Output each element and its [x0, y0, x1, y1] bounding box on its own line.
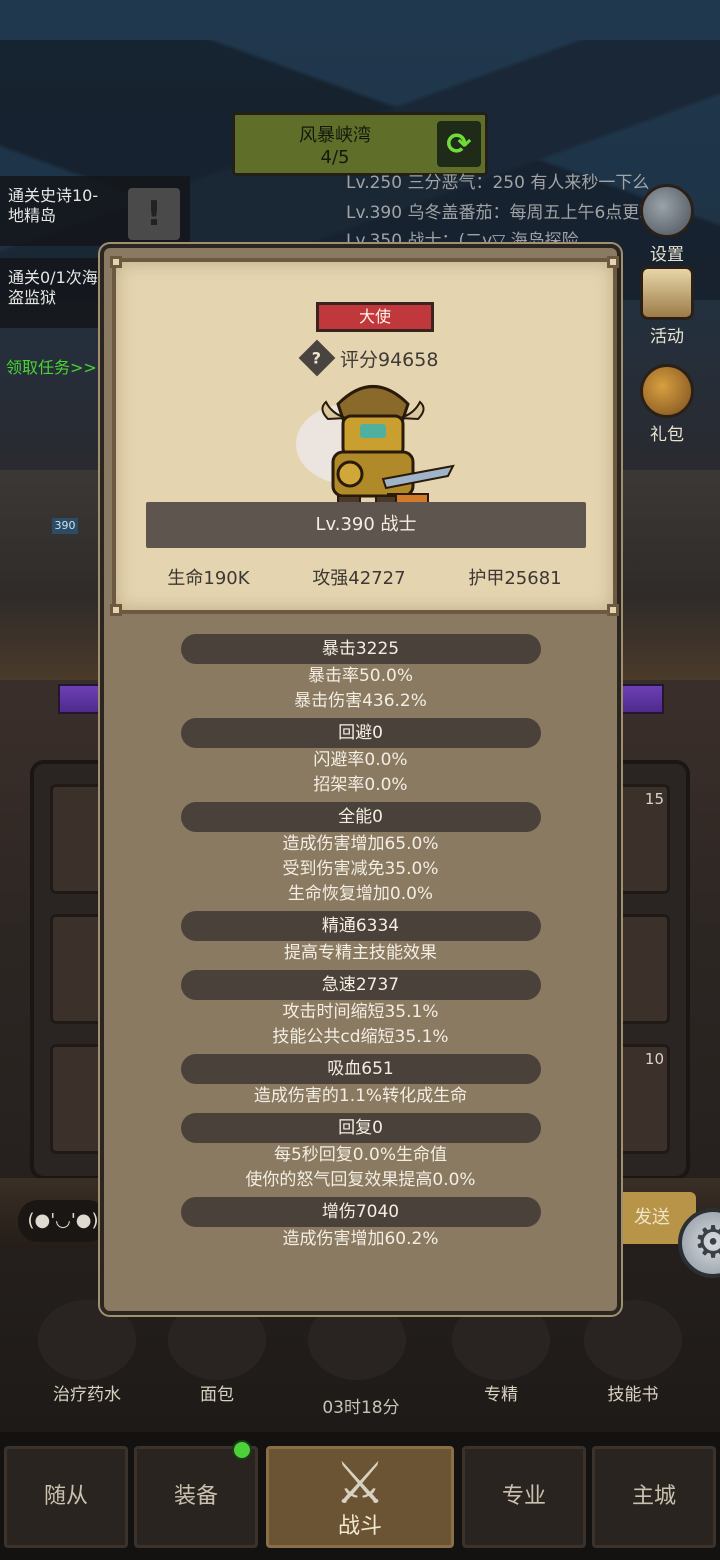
settings-button[interactable]: 设置 [632, 184, 702, 265]
character-card: 大使 ? 评分94658 Lv.390 战士 生命190K 攻强42727 护甲… [110, 256, 619, 616]
item-label: 专精 [484, 1385, 518, 1405]
stat-detail: 受到伤害减免35.0% [282, 859, 439, 879]
secondary-stats-list: 暴击3225 暴击率50.0% 暴击伤害436.2% 回避0 闪避率0.0% 招… [104, 630, 617, 1252]
stat-detail: 暴击率50.0% [307, 666, 413, 686]
town-level-text: 390 [54, 519, 76, 532]
town-level-tag: 390 [52, 518, 78, 534]
stat-detail: 造成伤害增加60.2% [282, 1229, 439, 1249]
stat-detail: 每5秒回复0.0%生命值 [273, 1145, 447, 1165]
item-skill-book[interactable]: 技能书 [576, 1300, 690, 1405]
stat-detail: 技能公共cd缩短35.1% [272, 1027, 449, 1047]
scroll-icon [640, 266, 694, 320]
rank-badge: 大使 [316, 302, 434, 332]
tab-battle[interactable]: ⚔ 战斗 [266, 1446, 454, 1548]
stat-header-damage-bonus: 增伤7040 [180, 1197, 541, 1227]
tab-equipment[interactable]: 装备 [134, 1446, 258, 1548]
character-stats-dialog[interactable]: 大使 ? 评分94658 Lv.390 战士 生命190K 攻强42727 护甲… [100, 244, 621, 1315]
item-label: 治疗药水 [53, 1385, 121, 1405]
stat-detail: 攻击时间缩短35.1% [282, 1002, 439, 1022]
stat-detail: 造成伤害增加65.0% [282, 834, 439, 854]
stat-header-mastery: 精通6334 [180, 911, 541, 941]
gift-button[interactable]: 礼包 [632, 364, 702, 445]
stat-header-versatility: 全能0 [180, 802, 541, 832]
gift-label: 礼包 [650, 425, 684, 445]
help-icon[interactable]: ? [298, 339, 336, 377]
claim-task-link[interactable]: 领取任务>> [6, 354, 97, 378]
stat-detail: 使你的怒气回复效果提高0.0% [245, 1170, 476, 1190]
settings-label: 设置 [650, 245, 684, 265]
activity-button[interactable]: 活动 [632, 266, 702, 347]
stat-detail: 闪避率0.0% [313, 750, 408, 770]
score-value: 评分94658 [340, 348, 439, 371]
card-corner [110, 604, 122, 616]
tab-profession[interactable]: 专业 [462, 1446, 586, 1548]
stat-header-leech: 吸血651 [180, 1054, 541, 1084]
stat-detail: 造成伤害的1.1%转化成生命 [253, 1086, 468, 1106]
zone-banner[interactable]: 风暴峡湾 4/5 ⟳ [232, 112, 488, 176]
tab-main-city[interactable]: 主城 [592, 1446, 716, 1548]
hp-stat: 生命190K [167, 568, 250, 589]
attack-power-stat: 攻强42727 [312, 568, 406, 589]
slot-count: 15 [644, 790, 664, 808]
stat-detail: 招架率0.0% [313, 775, 408, 795]
zone-name: 风暴峡湾 [299, 125, 371, 146]
base-stats-row: 生命190K 攻强42727 护甲25681 [116, 564, 613, 590]
zone-progress: 4/5 [320, 147, 350, 168]
emote-button[interactable]: (●'◡'●) [18, 1200, 108, 1242]
card-corner [607, 256, 619, 268]
tab-battle-label: 战斗 [337, 1514, 382, 1539]
armor-stat: 护甲25681 [468, 568, 562, 589]
gift-pack-icon [640, 364, 694, 418]
gear-icon [640, 184, 694, 238]
game-screen: 390 15 10 风暴峡湾 4/5 ⟳ Lv.250 三分恶气：250 有人来… [0, 0, 720, 1560]
stat-header-crit: 暴击3225 [180, 634, 541, 664]
refresh-icon[interactable]: ⟳ [437, 121, 481, 167]
stat-header-avoidance: 回避0 [180, 718, 541, 748]
card-corner [607, 604, 619, 616]
item-label: 技能书 [607, 1385, 659, 1405]
slot-count: 10 [644, 1050, 664, 1068]
exclamation-icon: ! [128, 188, 180, 240]
treasure-chest[interactable] [300, 1300, 414, 1400]
level-class-bar: Lv.390 战士 [146, 502, 586, 548]
quest-entry[interactable]: 通关史诗10- 地精岛 ! [0, 176, 190, 246]
stat-detail: 提高专精主技能效果 [284, 943, 437, 963]
item-label: 面包 [200, 1385, 234, 1405]
notification-badge [232, 1440, 252, 1460]
stat-detail: 暴击伤害436.2% [294, 691, 427, 711]
stat-detail: 生命恢复增加0.0% [287, 884, 434, 904]
item-bread[interactable]: 面包 [160, 1300, 274, 1405]
activity-label: 活动 [650, 327, 684, 347]
tab-followers[interactable]: 随从 [4, 1446, 128, 1548]
item-specialization[interactable]: 专精 [444, 1300, 558, 1405]
item-healing-potion[interactable]: 治疗药水 [30, 1300, 144, 1405]
stat-header-haste: 急速2737 [180, 970, 541, 1000]
score-row: ? 评分94658 [298, 339, 439, 377]
stat-header-regen: 回复0 [180, 1113, 541, 1143]
card-corner [110, 256, 122, 268]
bottom-tab-bar: 随从 装备 ⚔ 战斗 专业 主城 [0, 1432, 720, 1560]
chest-timer: 03时18分 [322, 1398, 400, 1418]
